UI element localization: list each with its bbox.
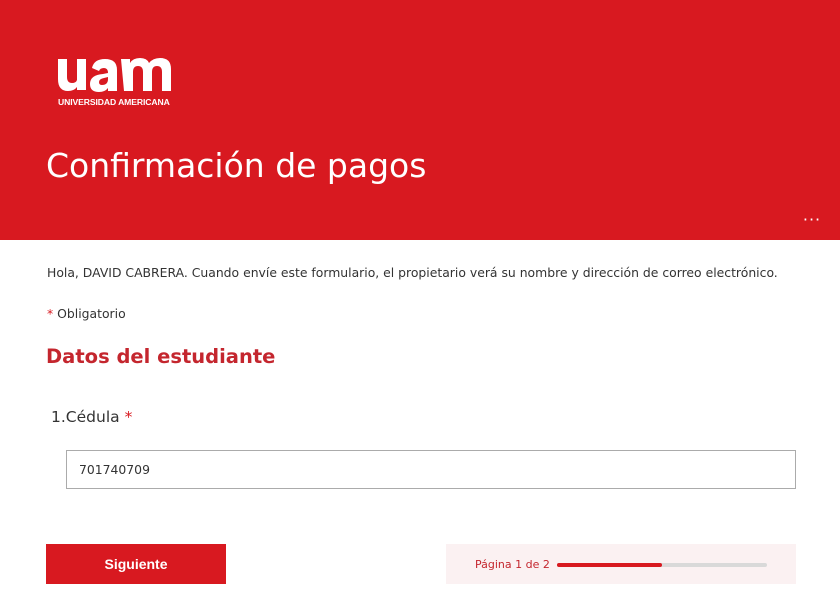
required-note: * Obligatorio [47, 306, 126, 321]
university-logo-text: UNIVERSIDAD AMERICANA [58, 97, 170, 107]
progress-bar-fill [557, 563, 662, 567]
next-button[interactable]: Siguiente [46, 544, 226, 584]
greeting-text: Hola, DAVID CABRERA. Cuando envíe este f… [47, 265, 778, 280]
page-indicator: Página 1 de 2 [446, 544, 796, 584]
question-text: Cédula [65, 408, 120, 426]
more-options-button[interactable]: ··· [798, 212, 826, 228]
section-title: Datos del estudiante [46, 345, 276, 368]
required-label: Obligatorio [57, 306, 126, 321]
university-logo: UNIVERSIDAD AMERICANA [56, 55, 186, 110]
question-required-asterisk: * [124, 408, 133, 426]
question-number: 1. [51, 408, 66, 426]
form-title: Confirmación de pagos [46, 146, 427, 185]
progress-bar [557, 563, 767, 567]
cedula-input[interactable] [66, 450, 796, 489]
form-header: UNIVERSIDAD AMERICANA Confirmación de pa… [0, 0, 840, 240]
question-label: 1.Cédula * [51, 408, 132, 426]
page-count-text: Página 1 de 2 [475, 558, 550, 571]
more-horizontal-icon: ··· [802, 210, 822, 229]
required-asterisk: * [47, 306, 54, 321]
uam-logo-icon [58, 58, 171, 92]
